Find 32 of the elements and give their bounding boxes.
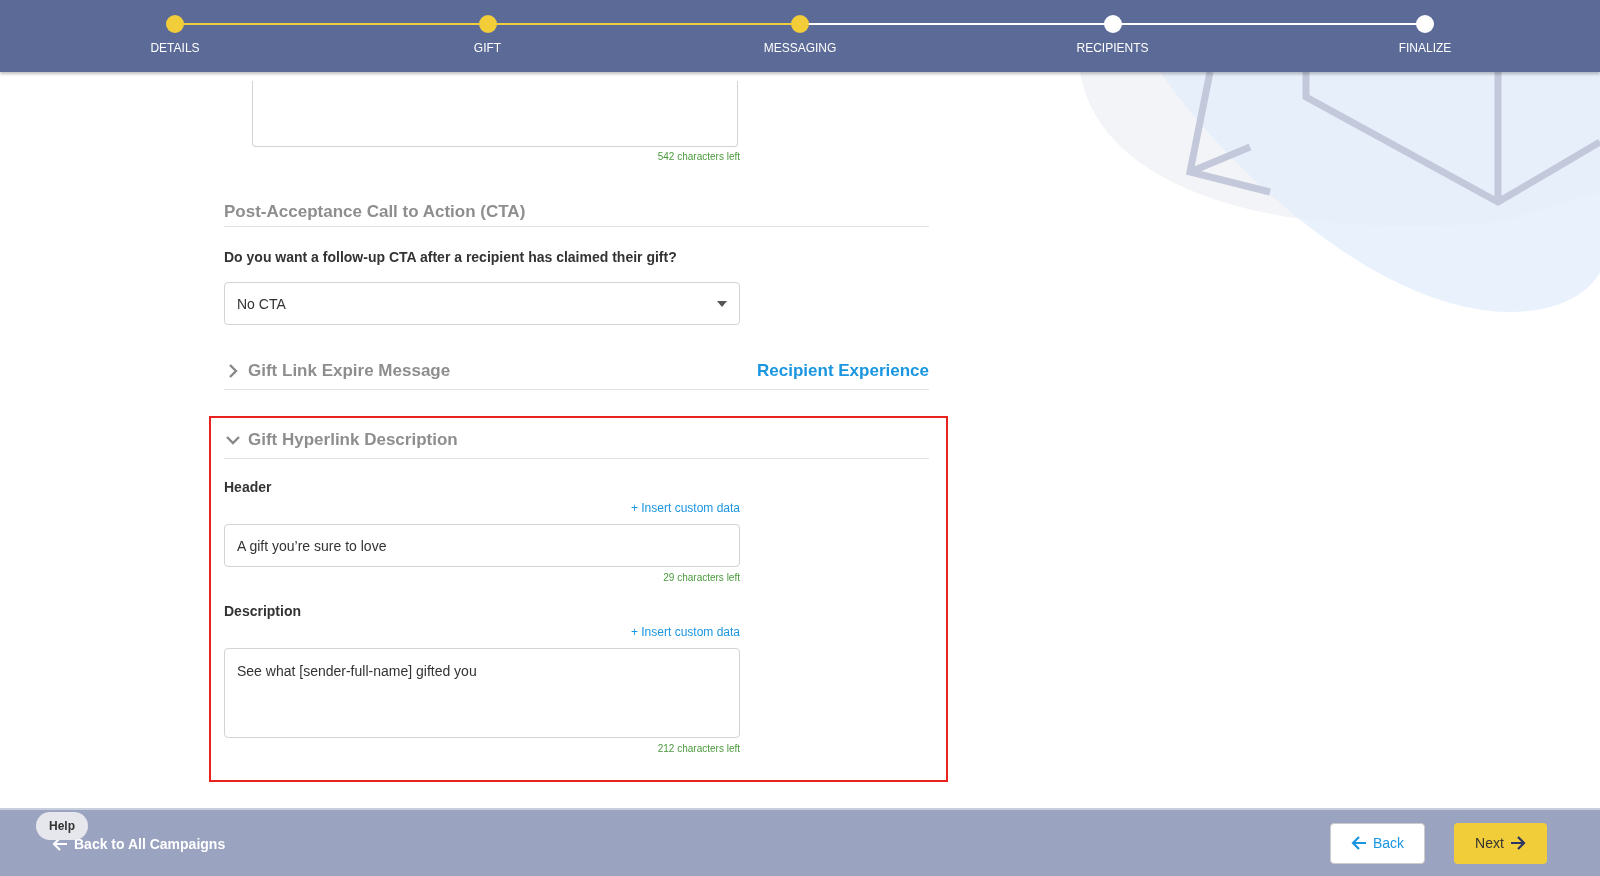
section-heading: Post-Acceptance Call to Action (CTA) [224,202,929,227]
step-dot[interactable] [478,15,497,33]
arrow-left-icon [52,837,68,851]
step-label[interactable]: RECIPIENTS [1076,41,1149,55]
insert-custom-data-link[interactable]: + Insert custom data [630,501,740,515]
step-dot[interactable] [791,15,809,33]
next-button[interactable]: Next [1454,822,1547,864]
step-dot[interactable] [1416,15,1434,33]
step-label[interactable]: FINALIZE [1398,41,1452,55]
step-label[interactable]: MESSAGING [763,41,837,55]
section-toggle[interactable]: Gift Link Expire Message [224,361,451,381]
character-counter: 29 characters left [662,572,740,583]
back-button[interactable]: Back [1330,822,1425,864]
field-label: Header [224,479,273,495]
caret-icon [717,300,727,307]
step-dot[interactable] [166,15,184,33]
character-counter: 212 characters left [656,743,740,754]
arrow-right-icon [1509,836,1526,850]
question-label: Do you want a follow-up CTA after a recipient has claimed their gift? [224,249,678,265]
cta-dropdown[interactable]: No CTA [224,282,740,325]
text-area[interactable]: See what [sender-full-name] gifted you [224,648,740,738]
step-dot[interactable] [1103,15,1122,33]
recipient-experience-link[interactable]: Recipient Experience [757,361,929,381]
step-label[interactable]: DETAILS [150,41,200,55]
field-label: Description [224,603,302,619]
arrow-left-icon [1350,836,1367,850]
section-toggle[interactable]: Gift Hyperlink Description [224,430,458,450]
character-counter: 542 characters left [656,151,740,162]
step-label[interactable]: GIFT [473,41,502,55]
help-button[interactable]: Help [36,812,88,840]
insert-custom-data-link[interactable]: + Insert custom data [630,625,740,639]
input-field[interactable]: A gift you’re sure to love [224,524,740,567]
